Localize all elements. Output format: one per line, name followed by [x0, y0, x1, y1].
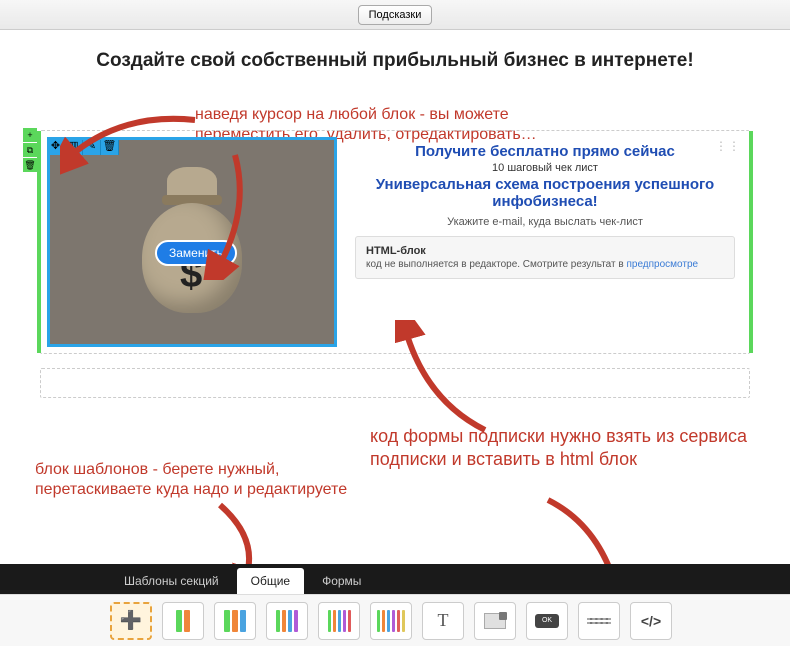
section-side-controls[interactable]: + ⧉ 🗑 — [23, 128, 37, 173]
section-add-icon[interactable]: + — [23, 128, 37, 142]
image-block-toolbar: ✥ ▥ ✎ 🗑 — [47, 137, 119, 155]
template-button[interactable]: OK — [526, 602, 568, 640]
heading-1: Получите бесплатно прямо сейчас — [355, 143, 735, 160]
template-6col[interactable] — [370, 602, 412, 640]
template-tabs: Шаблоны секций Общие Формы — [0, 564, 790, 594]
text-column[interactable]: Получите бесплатно прямо сейчас 10 шагов… — [347, 137, 743, 347]
section-dup-icon[interactable]: ⧉ — [23, 143, 37, 157]
image-block[interactable]: ✥ ▥ ✎ 🗑 $ Заменить — [47, 137, 337, 347]
section-handle-right[interactable] — [749, 131, 753, 353]
tab-general[interactable]: Общие — [237, 568, 304, 594]
section-handle-left[interactable] — [37, 131, 41, 353]
template-2col[interactable] — [162, 602, 204, 640]
template-divider[interactable] — [578, 602, 620, 640]
template-3col[interactable] — [214, 602, 256, 640]
layout-icon[interactable]: ▥ — [65, 137, 83, 155]
html-block[interactable]: HTML-блок код не выполняется в редакторе… — [355, 236, 735, 279]
section-del-icon[interactable]: 🗑 — [23, 158, 37, 172]
hints-button[interactable]: Подсказки — [358, 5, 433, 25]
edit-icon[interactable]: ✎ — [83, 137, 101, 155]
trash-icon[interactable]: 🗑 — [101, 137, 119, 155]
editor-canvas: Создайте свой собственный прибыльный биз… — [0, 30, 790, 564]
annotation-form-code: код формы подписки нужно взять из сервис… — [370, 425, 750, 470]
tab-forms[interactable]: Формы — [308, 568, 375, 594]
template-row: ➕ T OK </> — [0, 594, 790, 646]
top-toolbar: Подсказки — [0, 0, 790, 30]
template-image[interactable] — [474, 602, 516, 640]
html-block-title: HTML-блок — [366, 245, 724, 257]
bottom-panel: Шаблоны секций Общие Формы ➕ T OK </> — [0, 564, 790, 646]
plus-icon: ➕ — [120, 610, 142, 631]
drag-handle-icon[interactable]: ⋮⋮ — [715, 139, 741, 153]
image-icon — [484, 613, 506, 629]
html-block-note: код не выполняется в редакторе. Смотрите… — [366, 259, 626, 270]
template-4col[interactable] — [266, 602, 308, 640]
template-text[interactable]: T — [422, 602, 464, 640]
template-5col[interactable] — [318, 602, 360, 640]
button-icon: OK — [535, 614, 559, 628]
move-icon[interactable]: ✥ — [47, 137, 65, 155]
subheading-1: 10 шаговый чек лист — [355, 162, 735, 174]
replace-button[interactable]: Заменить — [155, 240, 237, 266]
empty-section-placeholder[interactable] — [40, 368, 750, 398]
email-hint: Укажите e-mail, куда выслать чек-лист — [355, 216, 735, 228]
code-icon: </> — [641, 613, 661, 629]
section-block[interactable]: + ⧉ 🗑 ⋮⋮ ✥ ▥ ✎ 🗑 $ Заменить Получите б — [40, 130, 750, 354]
template-add[interactable]: ➕ — [110, 602, 152, 640]
lines-icon — [587, 616, 611, 626]
heading-2: Универсальная схема построения успешного… — [355, 176, 735, 210]
annotation-templates: блок шаблонов - берете нужный, перетаски… — [35, 460, 355, 500]
template-html[interactable]: </> — [630, 602, 672, 640]
page-title: Создайте свой собственный прибыльный биз… — [40, 50, 750, 72]
text-icon: T — [438, 610, 449, 631]
tab-sections[interactable]: Шаблоны секций — [110, 568, 233, 594]
preview-link[interactable]: предпросмотре — [626, 259, 698, 270]
